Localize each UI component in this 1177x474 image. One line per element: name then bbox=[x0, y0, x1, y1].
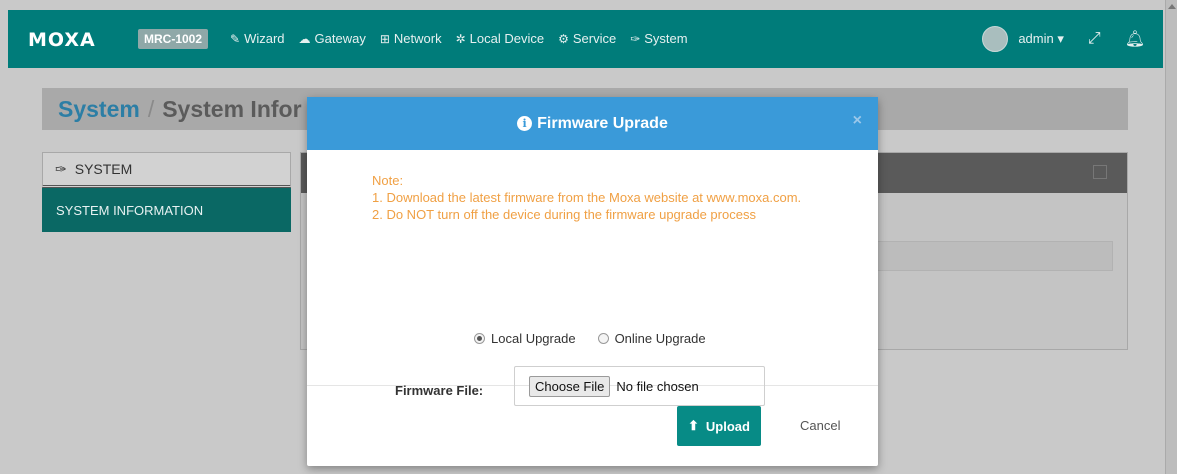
radio-unchecked-icon[interactable] bbox=[597, 333, 609, 344]
upload-icon: ⬆ bbox=[688, 418, 699, 433]
upgrade-mode-radio-group: Local Upgrade Online Upgrade bbox=[474, 331, 706, 346]
dialog-header: i Firmware Uprade × bbox=[307, 97, 878, 150]
nav-item-system[interactable]: ✑ System bbox=[630, 31, 687, 46]
gear-icon: ✲ bbox=[455, 31, 466, 46]
dialog-footer: ⬆ Upload Cancel bbox=[307, 386, 878, 466]
nav-label: Local Device bbox=[469, 31, 545, 46]
wrench-icon: ✑ bbox=[55, 160, 67, 177]
expand-icon[interactable]: ⤢ bbox=[1088, 30, 1101, 48]
sidebar-header-label: SYSTEM bbox=[74, 161, 133, 177]
info-icon: i bbox=[517, 116, 533, 131]
sidebar: ✑ SYSTEM SYSTEM INFORMATION bbox=[42, 152, 291, 232]
close-icon[interactable]: × bbox=[853, 112, 862, 130]
nav-label: Service bbox=[572, 31, 617, 46]
radio-online-upgrade[interactable]: Online Upgrade bbox=[597, 331, 706, 346]
scrollbar[interactable] bbox=[1165, 0, 1177, 474]
sidebar-header: ✑ SYSTEM bbox=[42, 152, 291, 188]
note-line-1: 1. Download the latest firmware from the… bbox=[372, 190, 802, 205]
cloud-icon: ☁ bbox=[298, 31, 311, 46]
breadcrumb-root[interactable]: System bbox=[58, 96, 140, 123]
note-text: Note: 1. Download the latest firmware fr… bbox=[372, 172, 812, 223]
sidebar-item-system-information[interactable]: SYSTEM INFORMATION bbox=[42, 188, 291, 232]
user-name: admin bbox=[1018, 31, 1054, 46]
nav-item-service[interactable]: ⚙ Service bbox=[558, 31, 616, 46]
nav-item-network[interactable]: ⊞ Network bbox=[380, 31, 442, 46]
nav-item-local-device[interactable]: ✲ Local Device bbox=[456, 31, 545, 46]
upload-button[interactable]: ⬆ Upload bbox=[677, 406, 761, 446]
avatar[interactable] bbox=[982, 26, 1009, 52]
nav-label: System bbox=[644, 31, 688, 46]
user-area: admin ▾ ⤢ 🔔︎ bbox=[982, 26, 1145, 52]
wrench-icon: ✑ bbox=[630, 31, 641, 46]
sitemap-icon: ⊞ bbox=[379, 31, 390, 46]
firmware-upgrade-dialog: i Firmware Uprade × Note: 1. Download th… bbox=[307, 97, 878, 466]
cancel-button[interactable]: Cancel bbox=[800, 418, 840, 433]
nav-label: Network bbox=[393, 31, 442, 46]
dialog-title: Firmware Uprade bbox=[537, 114, 668, 132]
panel-toggle-icon[interactable] bbox=[1093, 165, 1107, 179]
wand-icon: ✎ bbox=[230, 31, 241, 46]
note-line-2: 2. Do NOT turn off the device during the… bbox=[372, 207, 756, 222]
radio-local-upgrade[interactable]: Local Upgrade bbox=[474, 331, 576, 346]
breadcrumb-separator: / bbox=[147, 95, 155, 122]
cogs-icon: ⚙ bbox=[558, 31, 569, 46]
breadcrumb-current: System Infor bbox=[162, 95, 302, 122]
moxa-logo[interactable]: MOXA bbox=[28, 29, 96, 51]
nav-label: Wizard bbox=[244, 31, 285, 46]
top-navbar: MOXA MRC-1002 ✎ Wizard ☁ Gateway ⊞ Netwo… bbox=[8, 10, 1163, 68]
radio-label: Local Upgrade bbox=[491, 331, 576, 346]
main-menu: ✎ Wizard ☁ Gateway ⊞ Network ✲ Local Dev… bbox=[230, 31, 688, 46]
bell-icon[interactable]: 🔔︎ bbox=[1125, 29, 1145, 49]
radio-label: Online Upgrade bbox=[614, 331, 706, 346]
model-badge: MRC-1002 bbox=[138, 29, 209, 49]
scroll-up-icon[interactable] bbox=[1168, 4, 1176, 9]
upload-label: Upload bbox=[705, 418, 750, 434]
note-title: Note: bbox=[372, 173, 404, 188]
nav-item-gateway[interactable]: ☁ Gateway bbox=[299, 31, 366, 46]
nav-label: Gateway bbox=[314, 31, 366, 46]
radio-checked-icon[interactable] bbox=[474, 333, 485, 344]
nav-item-wizard[interactable]: ✎ Wizard bbox=[230, 31, 285, 46]
dialog-body: Note: 1. Download the latest firmware fr… bbox=[307, 150, 878, 406]
user-menu[interactable]: admin ▾ bbox=[1018, 31, 1064, 47]
